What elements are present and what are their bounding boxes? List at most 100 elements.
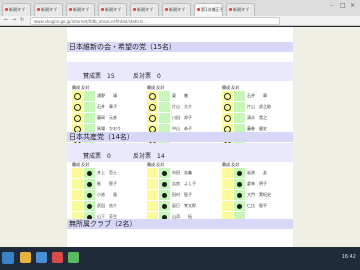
- yes-vote-cell: [147, 91, 158, 101]
- yes-circle-icon: [224, 104, 231, 111]
- forward-icon[interactable]: →: [12, 17, 16, 23]
- member-row: 片山 大介: [147, 102, 209, 112]
- vote-summary: 賛成票 15 反対票 0: [67, 62, 293, 81]
- member-row: 藤岡 元彦: [72, 113, 134, 123]
- browser-tab[interactable]: 新規タブ: [226, 3, 255, 16]
- member-name: 仁比 聡平: [247, 203, 267, 208]
- no-vote-cell: [234, 190, 245, 200]
- member-name: 浦野 靖: [97, 93, 117, 98]
- browser-tab-label: 新規タブ: [41, 7, 57, 12]
- close-icon[interactable]: ×: [350, 2, 355, 9]
- member-row: 倉林 明子: [222, 179, 284, 189]
- yes-count-label: 賛成票 0: [83, 153, 111, 160]
- member-row: 小池 晃: [72, 190, 134, 200]
- browser-taskbar-icon[interactable]: [36, 252, 47, 263]
- yes-circle-icon: [224, 93, 231, 100]
- no-vote-cell: [84, 91, 95, 101]
- no-vote-cell: [159, 179, 170, 189]
- browser-tab[interactable]: 新規タブ: [130, 3, 159, 16]
- browser-tab[interactable]: 第1次補正予算案...: [194, 3, 223, 16]
- browser-tab[interactable]: 新規タブ: [2, 3, 31, 16]
- member-row: 武田 良介: [72, 201, 134, 211]
- party-title: 日本共産党（14名）: [67, 132, 293, 142]
- yes-vote-cell: [72, 179, 83, 189]
- start-button-icon[interactable]: [2, 252, 14, 264]
- member-name: 吉良 よし子: [172, 181, 196, 186]
- member-name: 小池 晃: [97, 192, 117, 197]
- reload-icon[interactable]: ↻: [20, 17, 24, 23]
- member-name: 倉林 明子: [247, 181, 267, 186]
- no-dot-icon: [87, 182, 92, 187]
- member-name: 東 徹: [172, 93, 188, 98]
- yes-vote-cell: [147, 168, 158, 178]
- member-row: 清水 貴之: [222, 113, 284, 123]
- no-vote-cell: [234, 201, 245, 211]
- minimize-icon[interactable]: –: [330, 2, 333, 9]
- no-dot-icon: [162, 193, 167, 198]
- yes-vote-cell: [147, 201, 158, 211]
- browser-tab-label: 新規タブ: [137, 7, 153, 12]
- vote-column-header: 賛成 反対: [147, 162, 165, 167]
- member-row: 岩渕 友: [222, 168, 284, 178]
- vote-summary: 賛成票 0 反対票 14: [67, 143, 293, 162]
- yes-vote-cell: [147, 179, 158, 189]
- member-row: 辰巳 孝太郎: [147, 201, 209, 211]
- yes-vote-cell: [72, 102, 83, 112]
- no-dot-icon: [162, 171, 167, 176]
- maximize-icon[interactable]: □: [340, 2, 346, 9]
- browser-tab-label: 新規タブ: [9, 7, 25, 12]
- no-vote-cell: [159, 113, 170, 123]
- yes-vote-cell: [222, 201, 233, 211]
- no-vote-cell: [234, 91, 245, 101]
- no-vote-cell: [84, 102, 95, 112]
- yes-count-label: 賛成票 15: [83, 73, 115, 80]
- browser-tab[interactable]: 新規タブ: [162, 3, 191, 16]
- browser-tab-label: 新規タブ: [105, 7, 121, 12]
- yes-circle-icon: [224, 115, 231, 122]
- member-row: 市田 忠義: [147, 168, 209, 178]
- yes-vote-cell: [72, 168, 83, 178]
- address-input[interactable]: www.shugiin.go.jp/internet/itdb_annai.ns…: [30, 17, 280, 25]
- no-dot-icon: [237, 182, 242, 187]
- app-taskbar-icon[interactable]: [68, 252, 79, 263]
- app-taskbar-icon[interactable]: [52, 252, 63, 263]
- web-page: 日本維新の会・希望の党（15名） 賛成票 15 反対票 0 賛成 反対 浦野 靖石…: [0, 27, 360, 247]
- no-vote-cell: [159, 91, 170, 101]
- no-count-label: 反対票 14: [133, 153, 165, 160]
- no-vote-cell: [234, 168, 245, 178]
- browser-tab[interactable]: 新規タブ: [34, 3, 63, 16]
- no-dot-icon: [162, 204, 167, 209]
- vote-results-content: 日本維新の会・希望の党（15名） 賛成票 15 反対票 0 賛成 反対 浦野 靖石…: [67, 27, 293, 247]
- browser-tab[interactable]: 新規タブ: [66, 3, 95, 16]
- party-title: 日本維新の会・希望の党（15名）: [67, 42, 293, 52]
- vote-column-header: 賛成 反対: [72, 162, 90, 167]
- no-vote-cell: [84, 190, 95, 200]
- member-row: 石井 章子: [72, 102, 134, 112]
- yes-vote-cell: [147, 190, 158, 200]
- yes-vote-cell: [222, 190, 233, 200]
- no-dot-icon: [237, 204, 242, 209]
- browser-tab[interactable]: 新規タブ: [98, 3, 127, 16]
- yes-vote-cell: [72, 91, 83, 101]
- member-row: 紙 智子: [72, 179, 134, 189]
- no-vote-cell: [84, 113, 95, 123]
- yes-circle-icon: [74, 104, 81, 111]
- member-name: 片山 大介: [172, 104, 192, 109]
- no-vote-cell: [84, 201, 95, 211]
- no-dot-icon: [162, 182, 167, 187]
- yes-vote-cell: [222, 179, 233, 189]
- yes-vote-cell: [222, 102, 233, 112]
- vote-column-header: 賛成 反対: [147, 85, 165, 90]
- back-icon[interactable]: ←: [4, 17, 8, 23]
- member-row: 川田 邦子: [147, 113, 209, 123]
- member-row: 東 徹: [147, 91, 209, 101]
- no-vote-cell: [234, 113, 245, 123]
- yes-vote-cell: [222, 91, 233, 101]
- member-name: 武田 良介: [97, 203, 117, 208]
- member-row: 仁比 聡平: [222, 201, 284, 211]
- file-explorer-icon[interactable]: [20, 252, 31, 263]
- no-dot-icon: [87, 204, 92, 209]
- address-bar-row: ← → ↻ www.shugiin.go.jp/internet/itdb_an…: [0, 16, 360, 26]
- browser-tab-label: 第1次補正予算案...: [201, 7, 222, 12]
- browser-tab-label: 新規タブ: [73, 7, 89, 12]
